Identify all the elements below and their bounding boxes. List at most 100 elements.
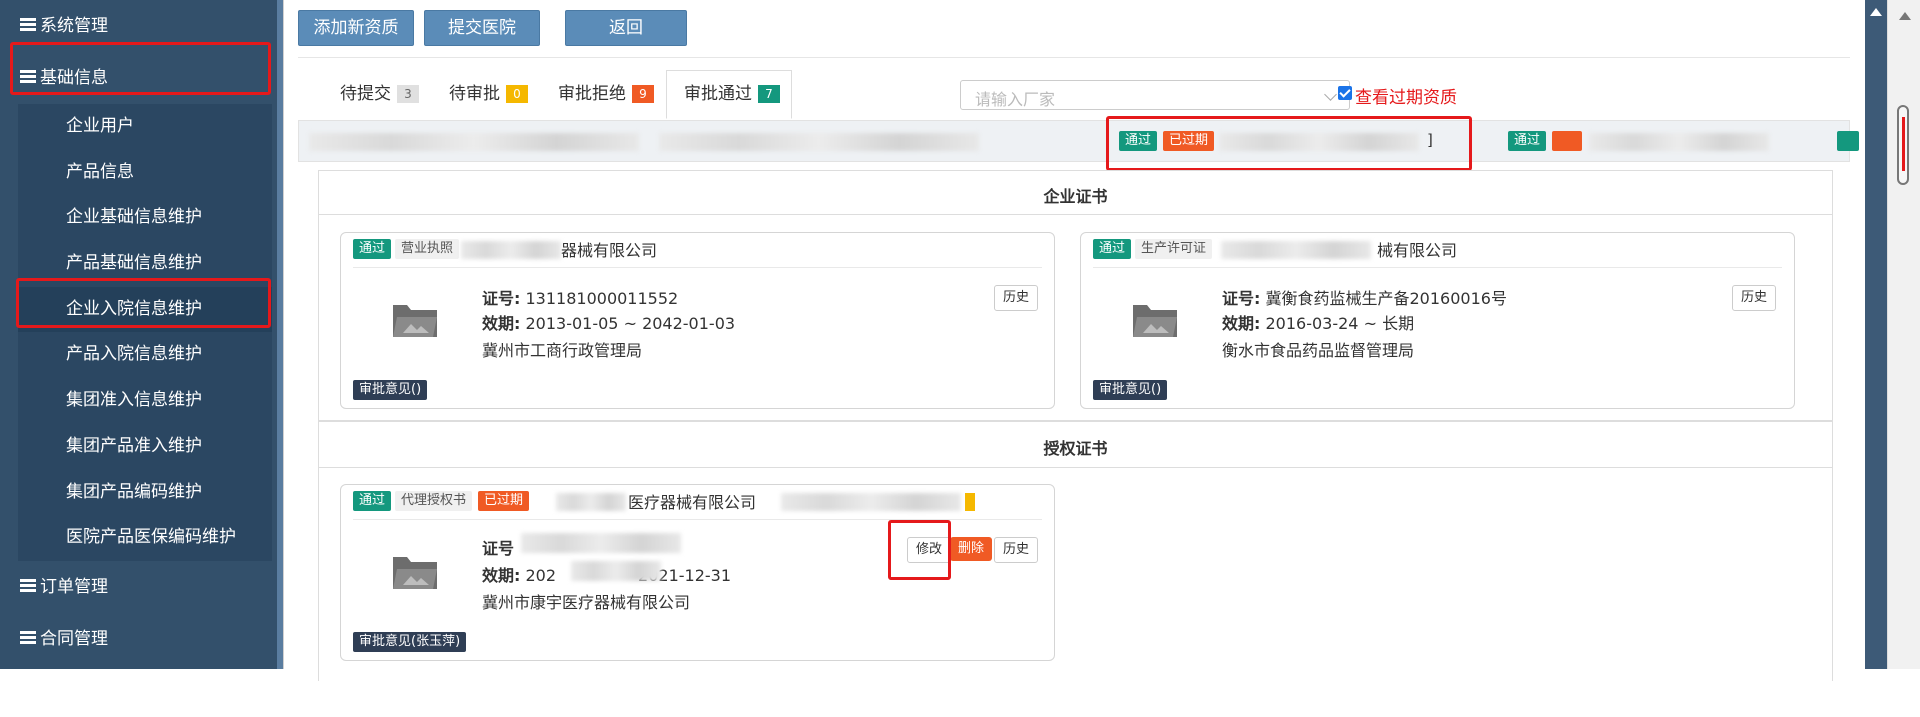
sidebar-item-label: 基础信息 (40, 68, 108, 88)
section-title: 授权证书 (1043, 439, 1108, 458)
manufacturer-select[interactable]: 请输入厂家 (960, 80, 1350, 110)
partial-badge (965, 493, 975, 511)
redacted-text (1221, 241, 1371, 259)
sidebar-item-label: 企业基础信息维护 (66, 207, 202, 228)
field-label: 效期: (1222, 314, 1261, 333)
issuer: 冀州市工商行政管理局 (482, 341, 643, 360)
sidebar-item-label: 产品信息 (66, 161, 134, 182)
field-value: 2013-01-05 ~ 2042-01-03 (525, 314, 736, 333)
sidebar-item-group-product-admission[interactable]: 集团产品准入维护 (18, 423, 272, 470)
field-label: 证号: (1222, 289, 1261, 308)
approval-opinion[interactable]: 审批意见() (1093, 380, 1168, 400)
tab-label: 审批拒绝 (558, 84, 626, 104)
sidebar-item-label: 合同管理 (40, 628, 108, 649)
sidebar-item-hospital-insurance-code[interactable]: 医院产品医保编码维护 (18, 515, 272, 561)
field-label: 证号 (482, 539, 515, 558)
folder-icon (1133, 305, 1177, 337)
add-qualification-button[interactable]: 添加新资质 (298, 10, 414, 46)
field-value: 2016-03-24 ~ 长期 (1265, 314, 1415, 333)
sidebar-item-system[interactable]: 系统管理 (0, 0, 277, 52)
list-icon (20, 682, 36, 697)
cert-type-tag: 生产许可证 (1135, 239, 1213, 259)
issuer: 冀州市康宇医疗器械有限公司 (482, 593, 691, 612)
redacted-text (521, 533, 681, 553)
approval-opinion[interactable]: 审批意见(张玉萍) (353, 632, 467, 652)
sidebar-item-enterprise-basic[interactable]: 企业基础信息维护 (18, 195, 272, 242)
tab-pending-approval[interactable]: 待审批 0 (449, 78, 528, 110)
sidebar-item-product-info[interactable]: 产品信息 (18, 149, 272, 196)
tab-rejected[interactable]: 审批拒绝 9 (558, 78, 654, 110)
manufacturer-strip[interactable]: 通过 已过期 ] 通过 (298, 120, 1859, 162)
company-name: 械有限公司 (1377, 241, 1458, 260)
validity: 效期: 2016-03-24 ~ 长期 (1222, 310, 1414, 334)
history-button[interactable]: 历史 (994, 537, 1039, 563)
scroll-up-icon[interactable] (1870, 8, 1882, 16)
field-value: 131181000011552 (525, 289, 679, 308)
card-header: 通过 生产许可证 (1093, 239, 1213, 259)
history-button[interactable]: 历史 (1732, 285, 1777, 311)
redacted-text (659, 133, 979, 151)
vertical-scrollbar[interactable] (1887, 0, 1920, 669)
list-icon (20, 18, 36, 32)
sidebar-item-enterprise-admission[interactable]: 企业入院信息维护 (18, 286, 272, 333)
select-placeholder: 请输入厂家 (975, 90, 1056, 109)
folder-icon (393, 557, 437, 589)
sidebar-item-label: 集团产品准入维护 (66, 435, 202, 456)
tab-count-badge: 0 (506, 85, 528, 103)
redacted-text (1219, 133, 1419, 151)
sidebar-item-basic-info[interactable]: 基础信息 (0, 52, 277, 104)
cert-card-business-license: 通过 营业执照 器械有限公司 证号: 131181000011552 效期: 20… (340, 232, 1055, 409)
status-badge (1837, 131, 1859, 151)
sidebar-item-group-product-code[interactable]: 集团产品编码维护 (18, 469, 272, 516)
issuer: 衡水市食品药品监督管理局 (1222, 341, 1415, 360)
sidebar: 系统管理 基础信息 企业用户 产品信息 企业基础信息维护 产品基础信息维护 企业… (0, 0, 277, 697)
tab-count-badge: 3 (397, 85, 419, 103)
strip-bracket: ] (1427, 131, 1433, 149)
submit-hospital-button[interactable]: 提交医院 (424, 10, 540, 46)
company-name: 医疗器械有限公司 (628, 493, 757, 512)
history-button[interactable]: 历史 (994, 285, 1039, 311)
tab-label: 待审批 (449, 84, 500, 104)
sidebar-item-product-basic[interactable]: 产品基础信息维护 (18, 241, 272, 287)
card-header: 通过 代理授权书 已过期 (353, 491, 530, 511)
field-value: 冀衡食药监械生产备20160016号 (1265, 289, 1507, 308)
scrollbar-thumb[interactable] (1897, 105, 1909, 185)
status-badge: 通过 (1093, 239, 1132, 259)
sidebar-item-label: 订单管理 (40, 576, 108, 597)
field-label: 证号: (482, 289, 521, 308)
cert-type-tag: 代理授权书 (395, 491, 473, 511)
expired-badge (1552, 131, 1582, 151)
approval-opinion[interactable]: 审批意见() (353, 380, 428, 400)
scroll-up-icon[interactable] (1899, 12, 1911, 20)
scroll-position-marker (1902, 117, 1905, 171)
cert-number: 证号: 冀衡食药监械生产备20160016号 (1222, 285, 1507, 309)
card-header: 通过 营业执照 (353, 239, 460, 259)
sidebar-item-group-admission[interactable]: 集团准入信息维护 (18, 378, 272, 424)
show-expired-checkbox[interactable] (1338, 86, 1352, 100)
divider (1093, 267, 1782, 268)
edit-button[interactable]: 修改 (907, 537, 952, 563)
back-button[interactable]: 返回 (565, 10, 687, 46)
sidebar-item-label: 集团准入信息维护 (66, 390, 202, 411)
sidebar-item-partial[interactable] (0, 665, 277, 697)
outer-scroll-region (1865, 0, 1887, 669)
tab-pending-submit[interactable]: 待提交 3 (340, 78, 419, 110)
divider (353, 267, 1042, 268)
cert-card-agency-authorization: 通过 代理授权书 已过期 医疗器械有限公司 证号 效期: 202 2021-12-31… (340, 484, 1055, 661)
auth-cert-panel: 授权证书 通过 代理授权书 已过期 医疗器械有限公司 证号 效期: 202 2021-… (318, 420, 1833, 681)
sidebar-item-label: 产品基础信息维护 (66, 253, 202, 274)
delete-button[interactable]: 删除 (950, 537, 993, 561)
enterprise-cert-panel: 企业证书 通过 营业执照 器械有限公司 证号: 131181000011552 效… (318, 170, 1833, 422)
tab-approved[interactable]: 审批通过 7 (684, 78, 780, 110)
expired-badge: 已过期 (478, 491, 530, 511)
show-expired-label[interactable]: 查看过期资质 (1355, 83, 1457, 108)
status-badge: 通过 (1508, 131, 1547, 151)
sidebar-item-contract[interactable]: 合同管理 (0, 613, 277, 665)
sidebar-item-label: 企业用户 (66, 116, 134, 136)
divider (319, 214, 1832, 215)
folder-icon (393, 305, 437, 337)
sidebar-item-product-admission[interactable]: 产品入院信息维护 (18, 332, 272, 379)
tab-count-badge: 7 (758, 85, 780, 103)
sidebar-item-order[interactable]: 订单管理 (0, 561, 277, 613)
sidebar-item-enterprise-user[interactable]: 企业用户 (18, 104, 272, 150)
